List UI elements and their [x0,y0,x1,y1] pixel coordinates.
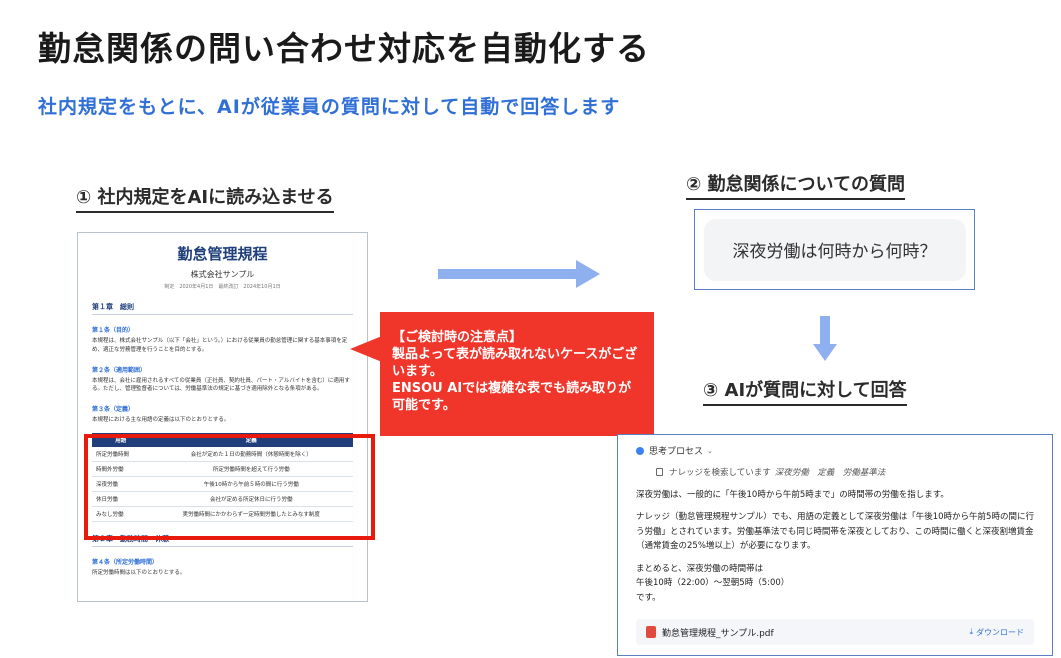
doc-article-3-text: 本規程における主な用語の定義は以下のとおりとする。 [92,417,230,424]
callout-body-1: 製品よって表が読み取れないケースがございます。 [392,346,638,379]
download-label: ダウンロード [976,627,1024,637]
source-file-name[interactable]: 勤怠管理規程_サンプル.pdf [662,626,969,639]
download-icon: ⤓ [969,627,973,636]
answer-line: まとめると、深夜労働の時間帯は [636,563,764,574]
step1-heading: ① 社内規定をAIに読み込ませる [76,183,334,213]
question-panel: 深夜労働は何時から何時？ [694,209,975,290]
doc-meta: 制定 2020年4月1日 最終改訂 2024年10月1日 [164,284,281,290]
knowledge-search-status: ナレッジを検索しています 深夜労働 定義 労働基準法 [656,466,1034,478]
search-terms: 深夜労働 定義 労働基準法 [774,468,886,478]
doc-article-1-text: 本規程は、株式会社サンプル（以下「会社」という。）における従業員の勤怠管理に関す… [92,338,348,353]
doc-company: 株式会社サンプル [190,270,255,279]
doc-article-2-text: 本規程は、会社に雇用されるすべての従業員（正社員、契約社員、パート・アルバイトを… [92,377,350,393]
page-subtitle: 社内規定をもとに、AIが従業員の質問に対して自動で回答します [38,96,621,118]
callout-pointer [350,336,382,362]
pdf-icon [646,626,656,638]
callout-title: 【ご検討時の注意点】 [392,330,523,345]
answer-paragraph-3: まとめると、深夜労働の時間帯は 午後10時（22:00）〜翌朝5時（5:00） … [636,562,1034,605]
answer-line: 午後10時（22:00）〜翌朝5時（5:00） [636,578,790,589]
chevron-down-icon: ⌄ [707,446,713,455]
source-file-row: 勤怠管理規程_サンプル.pdf ⤓ ダウンロード [636,619,1034,645]
answer-paragraph-1: 深夜労働は、一般的に「午後10時から午前5時まで」の時間帯の労働を指します。 [636,490,949,500]
doc-article-3-title: 第３条（定義） [92,406,135,414]
doc-article-4-text: 所定労働時間は以下のとおりとする。 [92,569,186,576]
arrow-down-icon [813,316,837,361]
step3-heading: ③ AIが質問に対して回答 [703,376,907,406]
caution-callout: 【ご検討時の注意点】 製品よって表が読み取れないケースがございます。 ENSOU… [380,312,654,436]
doc-article-2-title: 第２条（適用範囲） [92,366,147,374]
question-bubble: 深夜労働は何時から何時？ [703,218,966,281]
download-button[interactable]: ⤓ ダウンロード [969,627,1024,638]
document-icon [656,468,663,476]
step2-heading: ② 勤怠関係についての質問 [686,170,905,200]
document-preview: 勤怠管理規程 株式会社サンプル 制定 2020年4月1日 最終改訂 2024年1… [77,232,368,602]
doc-title: 勤怠管理規程 [177,245,268,263]
doc-chapter-1: 第１章 総則 [92,302,353,315]
doc-article-1-title: 第１条（目的） [92,327,135,334]
answer-panel: 思考プロセス ⌄ ナレッジを検索しています 深夜労働 定義 労働基準法 深夜労働… [617,434,1053,656]
callout-body-2: ENSOU AIでは複雑な表でも読み取りが可能です。 [392,380,632,413]
table-highlight-frame [84,434,375,540]
arrow-right-icon [438,260,600,288]
thinking-icon [636,446,644,455]
page-title: 勤怠関係の問い合わせ対応を自動化する [38,29,650,68]
answer-line: です。 [636,592,661,603]
thinking-process-toggle[interactable]: 思考プロセス ⌄ [636,444,1034,457]
doc-article-4-title: 第４条（所定労働時間） [92,558,159,566]
answer-paragraph-2: ナレッジ（勤怠管理規程サンプル）でも、用語の定義として深夜労働は「午後10時から… [636,512,1034,552]
thinking-label: 思考プロセス [649,447,704,457]
search-prefix: ナレッジを検索しています [669,468,771,478]
